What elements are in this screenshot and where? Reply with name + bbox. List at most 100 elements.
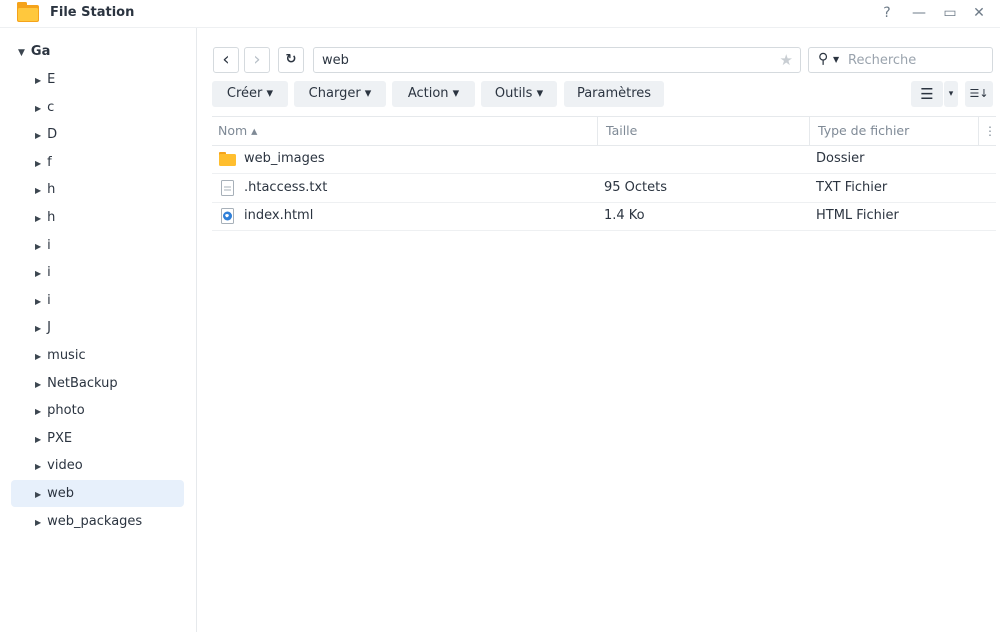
sidebar-folder-label: J (47, 320, 51, 336)
column-header-type[interactable]: Type de fichier (818, 117, 909, 145)
sidebar-folder-label: music (47, 348, 86, 363)
sidebar-folder-label: E (47, 72, 56, 87)
file-type-cell: HTML Fichier (816, 208, 899, 224)
column-header-name[interactable]: Nom ▴ (218, 117, 257, 145)
caret-right-icon[interactable]: ▶ (35, 67, 41, 94)
sidebar-folder-item[interactable]: ▶ D (11, 121, 184, 148)
path-value: web (322, 53, 349, 68)
file-type-cell: TXT Fichier (816, 179, 888, 195)
caret-right-icon[interactable]: ▶ (35, 371, 41, 398)
sidebar-folder-item[interactable]: ▶ video (11, 452, 184, 479)
sidebar-folder-item[interactable]: ▶ photo (11, 397, 184, 424)
caret-right-icon[interactable]: ▶ (35, 453, 41, 480)
sort-button[interactable]: ☰↓ (965, 81, 993, 107)
caret-right-icon[interactable]: ▶ (35, 260, 41, 287)
caret-right-icon[interactable]: ▶ (35, 343, 41, 370)
sidebar-folder-label: PXE (47, 430, 73, 446)
caret-right-icon[interactable]: ▶ (35, 150, 41, 177)
file-name-cell: .htaccess.txt (244, 179, 328, 195)
search-input[interactable]: ⚲ ▼ Recherche (808, 47, 993, 73)
sidebar-folder-item[interactable]: ▶ J (11, 314, 184, 341)
sidebar-folder-item[interactable]: ▶ PXE (11, 425, 184, 452)
action-button[interactable]: Action ▾ (392, 81, 475, 107)
caret-right-icon[interactable]: ▶ (35, 205, 41, 232)
html-file-icon (219, 208, 236, 225)
folder-icon (219, 151, 236, 167)
upload-button[interactable]: Charger ▾ (294, 81, 386, 107)
sidebar-folder-label: NetBackup (47, 375, 118, 391)
caret-right-icon[interactable]: ▶ (35, 481, 41, 508)
help-button[interactable]: ? (877, 3, 897, 23)
sidebar-folder-label: i (47, 265, 51, 281)
column-header-size[interactable]: Taille (606, 117, 637, 145)
sidebar-folder-item[interactable]: ▶ NetBackup (11, 370, 184, 397)
file-type-cell: Dossier (816, 151, 865, 166)
maximize-button[interactable]: ▭ (940, 3, 960, 23)
table-row[interactable]: .htaccess.txt 95 Octets TXT Fichier (212, 174, 996, 203)
caret-right-icon[interactable]: ▶ (35, 315, 41, 342)
text-file-icon (219, 179, 236, 196)
close-button[interactable]: ✕ (969, 3, 989, 23)
caret-right-icon[interactable]: ▶ (35, 509, 41, 536)
caret-right-icon[interactable]: ▶ (35, 288, 41, 315)
sidebar-folder-label: f (47, 154, 52, 170)
sidebar-folder-item[interactable]: ▶ web_packages (11, 508, 184, 535)
chevron-right-icon: › (253, 49, 261, 70)
sidebar-folder-label: D (47, 127, 58, 143)
minimize-button[interactable]: — (909, 3, 929, 23)
file-table-header: Nom ▴ Taille Type de fichier ⋮ (212, 116, 996, 146)
table-row[interactable]: web_images Dossier (212, 145, 996, 174)
list-view-icon: ☰ (920, 85, 934, 103)
caret-right-icon[interactable]: ▶ (35, 95, 41, 122)
sidebar-folder-item[interactable]: ▶ c (11, 94, 184, 121)
sidebar-folder-item[interactable]: ▶ i (11, 287, 184, 314)
column-options-icon[interactable]: ⋮ (984, 117, 996, 145)
column-divider (978, 117, 979, 145)
file-size-cell: 1.4 Ko (604, 208, 645, 224)
file-name-cell: index.html (244, 208, 314, 224)
caret-right-icon[interactable]: ▶ (35, 398, 41, 425)
caret-down-icon[interactable]: ▼ (18, 48, 25, 58)
path-input[interactable]: web ★ (313, 47, 801, 73)
column-divider (809, 117, 810, 145)
sidebar-folder-item[interactable]: ▶ i (11, 259, 184, 286)
sidebar-folder-item[interactable]: ▶ h (11, 176, 184, 203)
search-placeholder: Recherche (848, 53, 917, 68)
folder-tree-sidebar: ▼ Ga ▶ E ▶ c ▶ D ▶ f ▶ h ▶ h ▶ i ▶ i ▶ i ▶ J ▶ music ▶ NetBackup… (0, 28, 197, 632)
sidebar-folder-label: web (47, 486, 75, 501)
table-row[interactable]: index.html 1.4 Ko HTML Fichier (212, 202, 996, 232)
sidebar-folder-label: i (47, 292, 51, 308)
file-size-cell: 95 Octets (604, 179, 668, 195)
settings-button[interactable]: Paramètres (564, 81, 664, 107)
sidebar-folder-item[interactable]: ▶ i (11, 232, 184, 259)
sidebar-folder-item[interactable]: ▶ f (11, 149, 184, 176)
sidebar-folder-item[interactable]: ▶ h (11, 204, 184, 231)
star-icon[interactable]: ★ (780, 51, 793, 69)
back-button[interactable]: ‹ (213, 47, 239, 73)
sidebar-folder-label: h (47, 210, 56, 225)
create-button[interactable]: Créer ▾ (212, 81, 288, 107)
forward-button[interactable]: › (244, 47, 270, 73)
caret-right-icon[interactable]: ▶ (35, 177, 41, 204)
sidebar-folder-item[interactable]: ▶ E (11, 66, 184, 93)
sidebar-folder-item[interactable]: ▶ web (11, 480, 184, 507)
tools-button[interactable]: Outils ▾ (481, 81, 557, 107)
caret-down-icon: ▾ (948, 89, 954, 99)
sidebar-folder-item[interactable]: ▶ music (11, 342, 184, 369)
caret-down-icon[interactable]: ▼ (833, 55, 839, 64)
column-divider (597, 117, 598, 145)
caret-right-icon[interactable]: ▶ (35, 426, 41, 453)
sidebar-folder-label: i (47, 237, 51, 253)
search-icon[interactable]: ⚲ (818, 51, 828, 67)
view-dropdown-button[interactable]: ▾ (944, 81, 958, 107)
sidebar-folder-label: h (47, 182, 56, 198)
refresh-button[interactable]: ↻ (278, 47, 304, 73)
file-name-cell: web_images (244, 151, 325, 166)
tree-root[interactable]: ▼ Ga (18, 44, 50, 59)
file-station-icon (17, 2, 39, 22)
sidebar-folder-label: web_packages (47, 513, 143, 529)
caret-right-icon[interactable]: ▶ (35, 233, 41, 260)
sidebar-folder-label: c (47, 99, 55, 115)
list-view-button[interactable]: ☰ (911, 81, 943, 107)
caret-right-icon[interactable]: ▶ (35, 122, 41, 149)
